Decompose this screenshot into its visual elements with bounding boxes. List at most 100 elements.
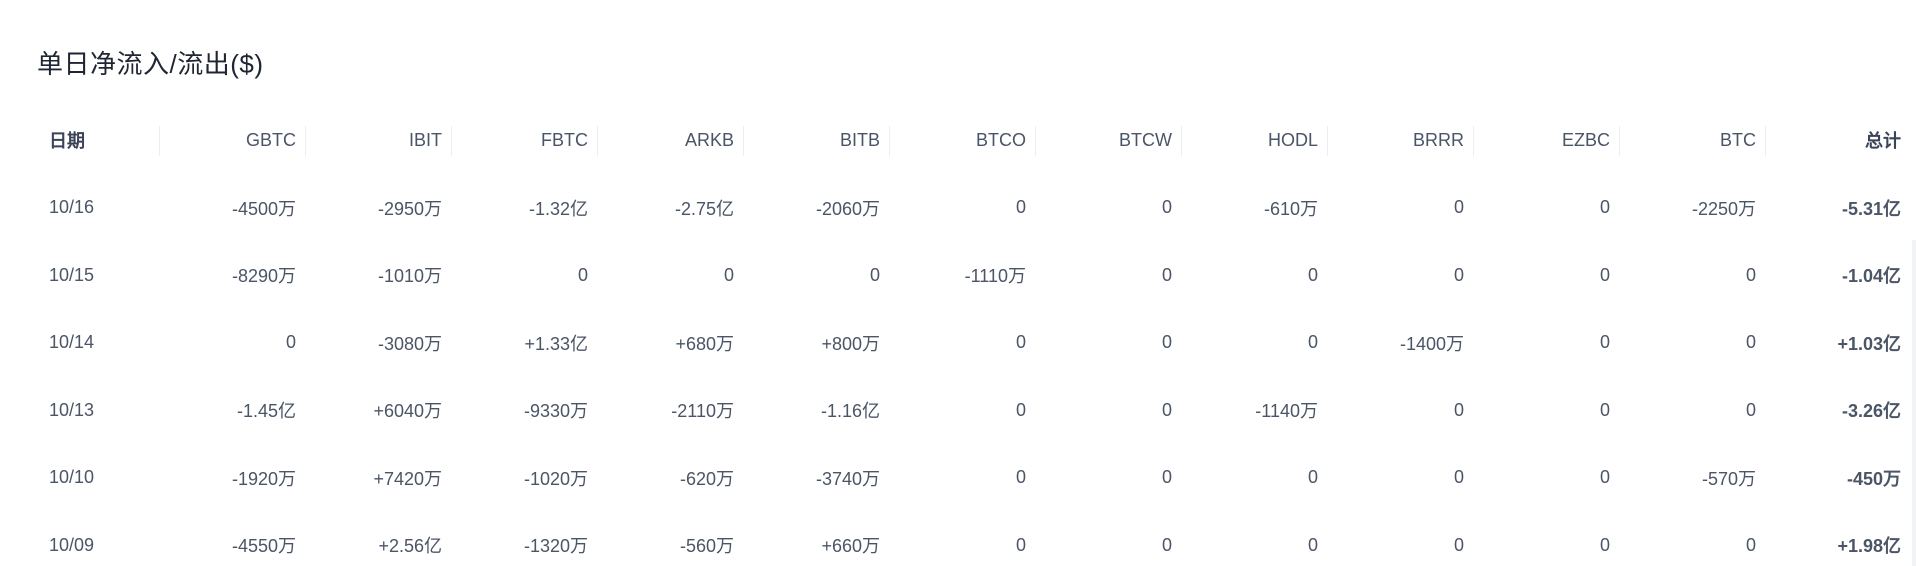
column-header-gbtc[interactable]: GBTC	[160, 106, 306, 174]
date-cell: 10/09	[49, 534, 95, 555]
flow-cell: 0	[1599, 197, 1610, 218]
flow-cell: -570万	[1701, 468, 1756, 489]
flow-cell: 0	[285, 332, 296, 353]
flow-cell: -1.16亿	[820, 401, 880, 422]
flow-cell: -8290万	[231, 266, 296, 287]
flow-cell: -1140万	[1255, 401, 1318, 422]
flow-cell: -1010万	[377, 266, 442, 287]
column-header-arkb[interactable]: ARKB	[598, 106, 744, 174]
table-body: 10/16 -4500万 -2950万 -1.32亿 -2.75亿 -2060万 0 0 -61…	[37, 174, 1911, 566]
flow-cell: 0	[1453, 399, 1464, 420]
column-header-hodl[interactable]: HODL	[1182, 106, 1328, 174]
table-row: 10/09 -4550万 +2.56亿 -1320万 -560万 +660万 0 0 0 0 0 0 +…	[37, 512, 1911, 566]
flow-cell: 0	[1453, 534, 1464, 555]
flow-cell: 0	[1015, 534, 1026, 555]
flow-cell: 0	[1745, 534, 1756, 555]
total-cell: +1.98亿	[1837, 536, 1901, 557]
flow-cell: 0	[1161, 332, 1172, 353]
flow-cell: 0	[1453, 197, 1464, 218]
flow-cell: -1.45亿	[236, 401, 296, 422]
table-row: 10/13 -1.45亿 +6040万 -9330万 -2110万 -1.16亿 0 0 -11…	[37, 377, 1911, 445]
flow-cell: 0	[1599, 332, 1610, 353]
flow-cell: -1020万	[523, 468, 588, 489]
total-cell: -450万	[1846, 468, 1901, 489]
table-row: 10/16 -4500万 -2950万 -1.32亿 -2.75亿 -2060万 0 0 -61…	[37, 174, 1911, 242]
flow-cell: 0	[1307, 332, 1318, 353]
flow-cell: 0	[1745, 264, 1756, 285]
flow-cell: 0	[1015, 399, 1026, 420]
total-cell: -3.26亿	[1841, 401, 1901, 422]
flow-cell: -3740万	[815, 468, 880, 489]
column-header-brrr[interactable]: BRRR	[1328, 106, 1474, 174]
flow-cell: -3080万	[377, 333, 442, 354]
date-cell: 10/16	[49, 197, 95, 218]
total-cell: -1.04亿	[1841, 266, 1901, 287]
flow-cell: -2060万	[815, 198, 880, 219]
flow-cell: -4500万	[231, 198, 296, 219]
column-header-btcw[interactable]: BTCW	[1036, 106, 1182, 174]
flow-cell: 0	[1453, 467, 1464, 488]
column-header-fbtc[interactable]: FBTC	[452, 106, 598, 174]
flow-cell: 0	[1161, 467, 1172, 488]
flow-cell: 0	[1161, 264, 1172, 285]
column-header-total[interactable]: 总计	[1766, 106, 1911, 174]
flow-cell: 0	[1599, 264, 1610, 285]
flow-cell: 0	[1307, 264, 1318, 285]
flow-cell: -2.75亿	[674, 198, 734, 219]
flow-cell: 0	[1599, 399, 1610, 420]
flow-cell: 0	[1745, 399, 1756, 420]
flow-cell: 0	[1015, 332, 1026, 353]
flow-cell: -2950万	[377, 198, 442, 219]
column-header-bitb[interactable]: BITB	[744, 106, 890, 174]
flow-cell: -1400万	[1399, 333, 1464, 354]
scrollbar-track[interactable]	[1912, 240, 1916, 566]
date-cell: 10/13	[49, 399, 95, 420]
column-header-date[interactable]: 日期	[37, 106, 160, 174]
flow-cell: -620万	[679, 468, 734, 489]
flow-cell: 0	[1307, 467, 1318, 488]
flow-cell: 0	[1015, 197, 1026, 218]
flow-cell: +6040万	[373, 401, 442, 422]
flow-cell: -1.32亿	[528, 198, 588, 219]
column-header-btc[interactable]: BTC	[1620, 106, 1766, 174]
flow-cell: +660万	[821, 536, 880, 557]
flow-cell: 0	[1015, 467, 1026, 488]
date-cell: 10/15	[49, 264, 95, 285]
flow-cell: -2110万	[671, 401, 734, 422]
flow-cell: +1.33亿	[524, 333, 588, 354]
flow-cell: -9330万	[523, 401, 588, 422]
flow-page: 单日净流入/流出($) 日期 GBTC IBIT FBTC ARKB BITB …	[0, 0, 1916, 566]
table-row: 10/10 -1920万 +7420万 -1020万 -620万 -3740万 0 0 0 0 0 -…	[37, 444, 1911, 512]
flow-cell: 0	[723, 264, 734, 285]
flow-cell: 0	[577, 264, 588, 285]
flow-cell: +7420万	[373, 468, 442, 489]
flow-cell: 0	[869, 264, 880, 285]
flow-cell: 0	[1307, 534, 1318, 555]
flow-cell: -610万	[1263, 198, 1318, 219]
flow-cell: 0	[1161, 534, 1172, 555]
flow-cell: -1320万	[523, 536, 588, 557]
flow-cell: 0	[1599, 534, 1610, 555]
flow-cell: 0	[1599, 467, 1610, 488]
flow-cell: -4550万	[231, 536, 296, 557]
flow-cell: -2250万	[1691, 198, 1756, 219]
flow-cell: 0	[1161, 399, 1172, 420]
table-row: 10/15 -8290万 -1010万 0 0 0 -1110万 0 0 0 0 0 -1.04亿	[37, 242, 1911, 310]
date-cell: 10/10	[49, 467, 95, 488]
flow-cell: -1920万	[231, 468, 296, 489]
flow-cell: +2.56亿	[378, 536, 442, 557]
date-cell: 10/14	[49, 332, 95, 353]
column-header-btco[interactable]: BTCO	[890, 106, 1036, 174]
table-header-row: 日期 GBTC IBIT FBTC ARKB BITB BTCO BTCW HO…	[37, 106, 1911, 174]
column-header-ezbc[interactable]: EZBC	[1474, 106, 1620, 174]
page-title: 单日净流入/流出($)	[37, 49, 264, 79]
flow-cell: 0	[1453, 264, 1464, 285]
net-flow-table: 日期 GBTC IBIT FBTC ARKB BITB BTCO BTCW HO…	[37, 106, 1911, 566]
flow-cell: 0	[1745, 332, 1756, 353]
flow-cell: -1110万	[964, 266, 1026, 287]
flow-cell: +800万	[821, 333, 880, 354]
flow-cell: 0	[1161, 197, 1172, 218]
table-row: 10/14 0 -3080万 +1.33亿 +680万 +800万 0 0 0 -1400万 0 0 +…	[37, 309, 1911, 377]
column-header-ibit[interactable]: IBIT	[306, 106, 452, 174]
total-cell: +1.03亿	[1837, 333, 1901, 354]
